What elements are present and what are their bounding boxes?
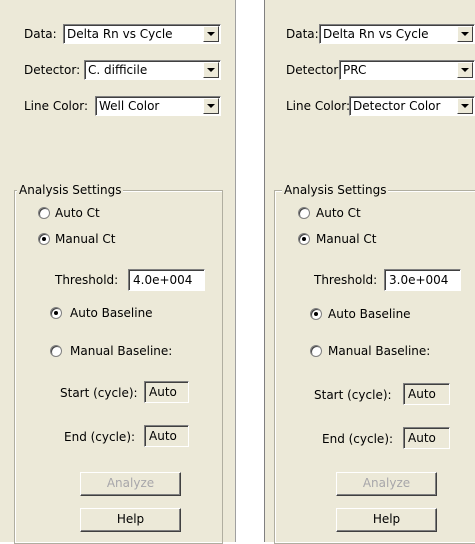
threshold-value: 3.0e+004 — [389, 273, 449, 287]
chevron-down-icon — [461, 68, 469, 72]
chevron-down-icon — [207, 68, 215, 72]
radio-selected-dot — [54, 311, 58, 315]
analysis-settings-title: Analysis Settings — [17, 183, 124, 197]
help-button[interactable]: Help — [80, 508, 181, 532]
end-cycle-label: End (cycle): — [64, 430, 136, 444]
data-select-value: Delta Rn vs Cycle — [67, 27, 173, 41]
detector-select[interactable]: C. difficile — [84, 60, 221, 80]
start-cycle-label: Start (cycle): — [314, 388, 392, 402]
threshold-label: Threshold: — [55, 273, 119, 287]
auto-ct-label: Auto Ct — [55, 206, 100, 220]
detector-select[interactable]: PRC — [339, 60, 475, 80]
data-select-value: Delta Rn vs Cycle — [323, 27, 429, 41]
line-color-select[interactable]: Well Color — [95, 96, 221, 116]
radio-selected-dot — [42, 237, 46, 241]
detector-label: Detector: — [24, 63, 81, 77]
auto-ct-radio[interactable] — [38, 207, 50, 219]
end-cycle-input[interactable]: Auto — [144, 425, 189, 447]
manual-baseline-label: Manual Baseline: — [328, 344, 431, 358]
start-cycle-value: Auto — [149, 385, 177, 399]
analyze-button[interactable]: Analyze — [336, 472, 437, 496]
line-color-label: Line Color: — [24, 99, 88, 113]
manual-baseline-radio[interactable] — [50, 345, 62, 357]
line-color-select-value: Well Color — [99, 99, 160, 113]
manual-ct-radio[interactable] — [298, 233, 310, 245]
analyze-button[interactable]: Analyze — [80, 472, 181, 496]
detector-select-value: C. difficile — [88, 63, 148, 77]
line-color-select-value: Detector Color — [353, 99, 441, 113]
manual-ct-label: Manual Ct — [55, 232, 116, 246]
threshold-value: 4.0e+004 — [133, 273, 193, 287]
line-color-dropdown-button[interactable] — [203, 98, 219, 114]
manual-baseline-radio[interactable] — [310, 345, 322, 357]
data-dropdown-button[interactable] — [457, 26, 473, 42]
detector-dropdown-button[interactable] — [203, 62, 219, 78]
end-cycle-value: Auto — [149, 429, 177, 443]
chevron-down-icon — [207, 104, 215, 108]
end-cycle-label: End (cycle): — [322, 432, 394, 446]
line-color-dropdown-button[interactable] — [457, 98, 473, 114]
chevron-down-icon — [461, 104, 469, 108]
auto-baseline-radio[interactable] — [310, 308, 322, 320]
data-label: Data: — [286, 27, 319, 41]
threshold-input[interactable]: 4.0e+004 — [128, 269, 205, 291]
auto-baseline-label: Auto Baseline — [70, 306, 153, 320]
line-color-select[interactable]: Detector Color — [349, 96, 475, 116]
data-select[interactable]: Delta Rn vs Cycle — [319, 24, 475, 44]
data-label: Data: — [24, 27, 57, 41]
auto-ct-radio[interactable] — [298, 207, 310, 219]
threshold-input[interactable]: 3.0e+004 — [384, 269, 461, 291]
chevron-down-icon — [207, 32, 215, 36]
data-select[interactable]: Delta Rn vs Cycle — [63, 24, 221, 44]
manual-baseline-label: Manual Baseline: — [70, 344, 173, 358]
auto-baseline-label: Auto Baseline — [328, 307, 411, 321]
detector-select-value: PRC — [343, 63, 367, 77]
help-button[interactable]: Help — [336, 508, 437, 532]
radio-selected-dot — [314, 312, 318, 316]
panel-divider — [264, 0, 265, 542]
analysis-settings-title: Analysis Settings — [282, 183, 389, 197]
auto-baseline-radio[interactable] — [50, 307, 62, 319]
data-dropdown-button[interactable] — [203, 26, 219, 42]
start-cycle-value: Auto — [408, 387, 436, 401]
manual-ct-radio[interactable] — [38, 233, 50, 245]
start-cycle-input[interactable]: Auto — [403, 383, 450, 405]
manual-ct-label: Manual Ct — [316, 232, 377, 246]
chevron-down-icon — [461, 32, 469, 36]
line-color-label: Line Color: — [286, 99, 350, 113]
end-cycle-value: Auto — [408, 431, 436, 445]
end-cycle-input[interactable]: Auto — [403, 427, 450, 449]
detector-dropdown-button[interactable] — [457, 62, 473, 78]
threshold-label: Threshold: — [314, 273, 378, 287]
auto-ct-label: Auto Ct — [316, 206, 361, 220]
panel-divider — [235, 0, 236, 542]
detector-label: Detector: — [286, 63, 343, 77]
start-cycle-input[interactable]: Auto — [144, 381, 189, 403]
radio-selected-dot — [302, 237, 306, 241]
start-cycle-label: Start (cycle): — [60, 386, 138, 400]
